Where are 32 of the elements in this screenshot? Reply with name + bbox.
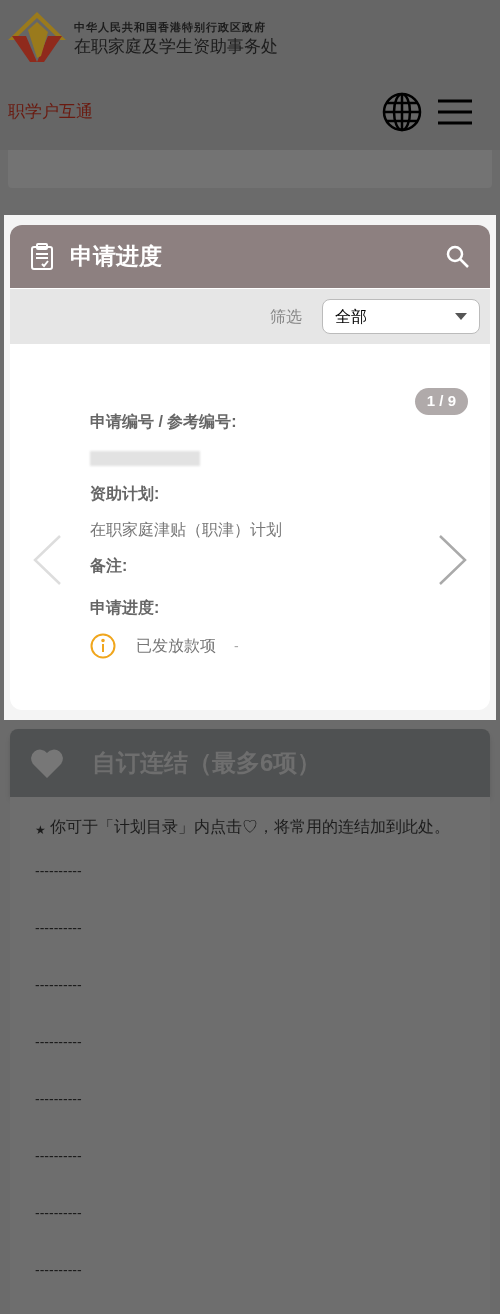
info-icon xyxy=(90,633,116,659)
filter-label: 筛选 xyxy=(270,306,302,327)
empty-link-slot: ---------- xyxy=(35,918,465,975)
empty-link-slot: ---------- xyxy=(35,1260,465,1314)
star-icon: ★ xyxy=(35,821,46,839)
empty-link-slot: ---------- xyxy=(35,1089,465,1146)
empty-link-slot: ---------- xyxy=(35,1146,465,1203)
chevron-right-icon[interactable] xyxy=(438,534,468,586)
status-suffix: - xyxy=(234,636,239,656)
menu-icon[interactable] xyxy=(438,98,472,126)
empty-link-slot: ---------- xyxy=(35,975,465,1032)
field-label: 资助计划: xyxy=(90,484,161,504)
field-value: 在职家庭津贴（职津）计划 xyxy=(90,520,282,540)
clipboard-icon xyxy=(30,242,54,271)
page-indicator: 1 / 9 xyxy=(414,388,468,415)
search-icon[interactable] xyxy=(446,244,470,269)
empty-link-slot: ---------- xyxy=(35,1032,465,1089)
status-text: 已发放款项 xyxy=(136,636,216,656)
empty-link-slot: ---------- xyxy=(35,861,465,918)
agency-name-subtitle: 中华人民共和国香港特别行政区政府 xyxy=(74,20,267,36)
field-label: 备注: xyxy=(90,556,129,576)
agency-name: 在职家庭及学生资助事务处 xyxy=(74,35,278,57)
empty-link-slot: ---------- xyxy=(35,1203,465,1260)
field-label: 申请进度: xyxy=(90,598,161,618)
card-title: 申请进度 xyxy=(70,242,163,272)
logo-icon xyxy=(8,12,66,64)
globe-icon[interactable] xyxy=(382,92,422,132)
caret-icon xyxy=(455,313,467,320)
heart-icon xyxy=(30,748,64,778)
field-label: 申请编号 / 参考编号: xyxy=(90,412,238,432)
note-text: 你可于「计划目录」内点击♡，将常用的连结加到此处。 xyxy=(50,817,450,837)
filter-dropdown[interactable]: 全部 xyxy=(322,299,480,334)
